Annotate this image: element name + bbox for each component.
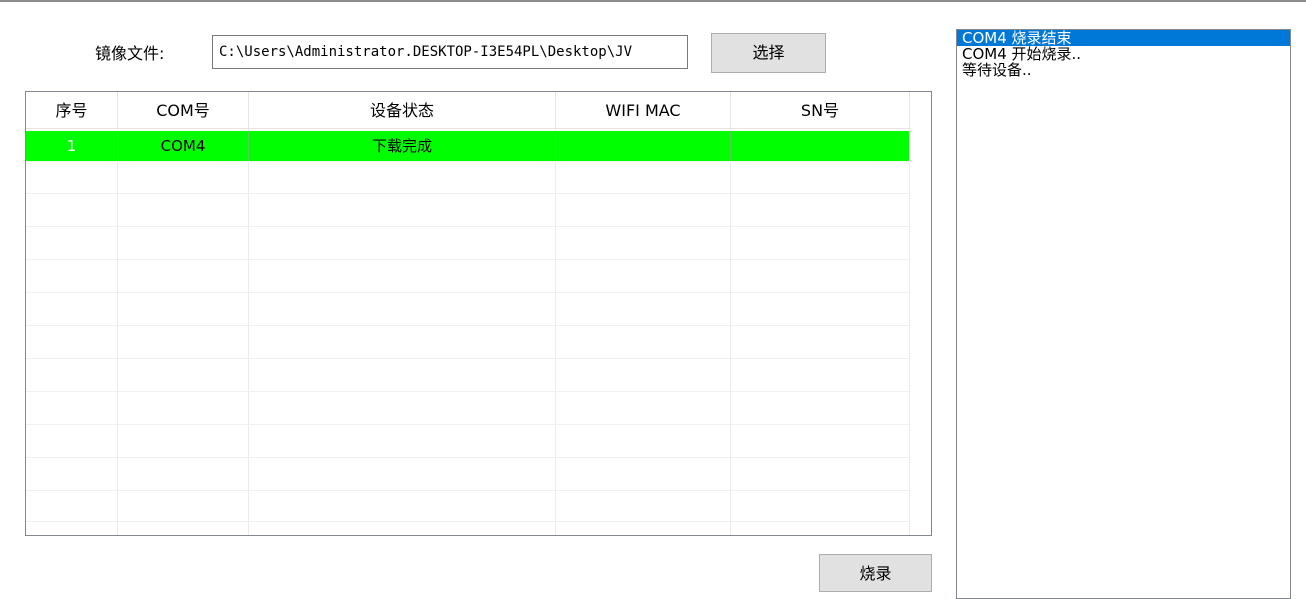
log-item[interactable]: COM4 开始烧录.. (957, 46, 1290, 62)
image-file-path-field[interactable]: C:\Users\Administrator.DESKTOP-I3E54PL\D… (212, 35, 688, 69)
row-divider (26, 292, 909, 293)
log-item[interactable]: COM4 烧录结束 (957, 30, 1290, 46)
row-divider (26, 521, 909, 522)
window-top-border (0, 0, 1306, 2)
column-header-com[interactable]: COM号 (118, 92, 249, 129)
cell-index: 1 (26, 131, 118, 161)
row-divider (26, 490, 909, 491)
column-header-sn[interactable]: SN号 (731, 92, 910, 129)
row-divider (26, 161, 909, 162)
image-file-label: 镜像文件: (95, 44, 165, 63)
cell-com: COM4 (118, 131, 249, 161)
row-divider (26, 457, 909, 458)
log-listbox[interactable]: COM4 烧录结束 COM4 开始烧录.. 等待设备.. (956, 29, 1291, 599)
row-divider (26, 325, 909, 326)
column-header-index[interactable]: 序号 (26, 92, 118, 129)
row-divider (26, 358, 909, 359)
select-file-button[interactable]: 选择 (711, 33, 826, 73)
log-item[interactable]: 等待设备.. (957, 62, 1290, 78)
device-table[interactable]: 序号 COM号 设备状态 WIFI MAC SN号 1 COM4 下载完成 (25, 91, 932, 536)
burn-button[interactable]: 烧录 (819, 554, 932, 592)
table-row[interactable]: 1 COM4 下载完成 (26, 131, 909, 161)
column-header-wifi-mac[interactable]: WIFI MAC (556, 92, 731, 129)
cell-wifi-mac (556, 131, 731, 161)
row-divider (26, 424, 909, 425)
column-divider (909, 92, 910, 535)
row-divider (26, 193, 909, 194)
row-divider (26, 259, 909, 260)
cell-status: 下载完成 (249, 131, 556, 161)
column-header-status[interactable]: 设备状态 (249, 92, 556, 129)
cell-sn (731, 131, 909, 161)
row-divider (26, 226, 909, 227)
row-divider (26, 391, 909, 392)
